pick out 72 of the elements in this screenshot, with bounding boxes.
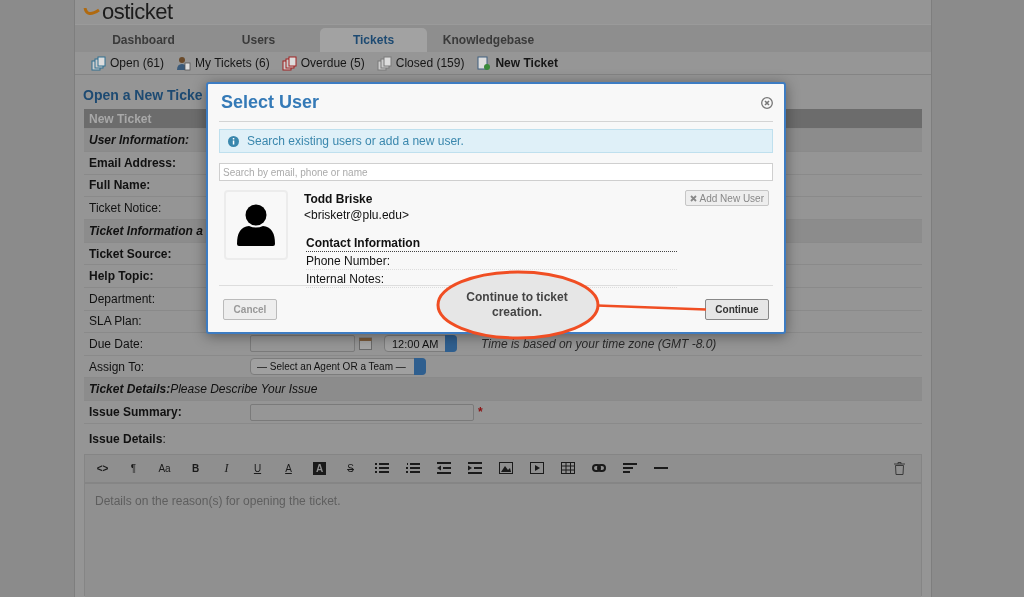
section-title: User Information: bbox=[89, 133, 189, 147]
format-button[interactable]: S bbox=[335, 458, 366, 479]
nav-tab[interactable]: Users bbox=[201, 28, 316, 52]
table-header: New Ticket bbox=[89, 111, 152, 126]
format-button[interactable]: ¶ bbox=[118, 458, 149, 479]
callout-text: Continue to ticket creation. bbox=[465, 290, 569, 320]
info-icon bbox=[228, 135, 239, 147]
field-label: Full Name: bbox=[89, 178, 152, 193]
field-label: Issue Details: bbox=[89, 431, 166, 446]
format-button[interactable]: B bbox=[180, 458, 211, 479]
required-mark: * bbox=[478, 405, 483, 420]
issue-summary-field[interactable] bbox=[250, 403, 474, 421]
format-button[interactable]: <> bbox=[87, 458, 118, 479]
format-button[interactable]: A bbox=[313, 461, 326, 475]
page-heading: Open a New Ticke bbox=[83, 87, 203, 105]
new-page-icon bbox=[476, 55, 492, 71]
format-button[interactable]: I bbox=[211, 458, 242, 479]
bullet-list-icon[interactable] bbox=[374, 462, 389, 475]
continue-button[interactable]: Continue bbox=[705, 299, 769, 320]
nav-link[interactable]: My Tickets (6) bbox=[195, 56, 270, 70]
nav-link[interactable]: Open (61) bbox=[110, 56, 165, 70]
close-icon[interactable] bbox=[761, 96, 773, 109]
table-icon[interactable] bbox=[560, 462, 575, 475]
field-label: SLA Plan: bbox=[89, 314, 143, 329]
trash-icon[interactable] bbox=[893, 461, 905, 475]
video-icon[interactable] bbox=[529, 462, 544, 475]
assign-select[interactable]: — Select an Agent OR a Team — bbox=[250, 358, 426, 376]
field-label: Email Address: bbox=[89, 155, 177, 170]
nav-tab[interactable]: Dashboard bbox=[86, 28, 201, 52]
format-button[interactable]: U bbox=[242, 458, 273, 479]
time-select[interactable]: 12:00 AM bbox=[384, 335, 457, 353]
numbered-list-icon[interactable] bbox=[405, 462, 420, 475]
logo[interactable]: osticket bbox=[102, 1, 173, 23]
nav-tab[interactable]: Knowledgebase bbox=[431, 28, 546, 52]
field-label: Department: bbox=[89, 291, 157, 306]
timezone-note: Time is based on your time zone (GMT -8.0) bbox=[481, 336, 717, 351]
outdent-icon[interactable] bbox=[436, 462, 451, 475]
contact-heading: Contact Information bbox=[306, 236, 677, 252]
search-field[interactable]: Search by email, phone or name bbox=[219, 163, 773, 181]
field-label: Due Date: bbox=[89, 336, 145, 351]
link-icon[interactable] bbox=[591, 462, 606, 475]
contact-label: Internal Notes: bbox=[306, 271, 385, 286]
indent-icon[interactable] bbox=[467, 462, 482, 475]
field-label: Ticket Source: bbox=[89, 246, 173, 261]
pages-icon bbox=[376, 55, 392, 71]
contact-label: Phone Number: bbox=[306, 253, 391, 268]
format-button[interactable]: Aa bbox=[149, 458, 180, 479]
close-icon bbox=[689, 194, 697, 202]
info-text: Search existing users or add a new user. bbox=[247, 134, 464, 148]
pages-icon bbox=[91, 55, 106, 71]
section-title: Ticket Details:Please Describe Your Issue bbox=[89, 382, 318, 397]
person-icon bbox=[176, 55, 192, 71]
nav-link[interactable]: Closed (159) bbox=[395, 56, 465, 70]
pages-icon bbox=[281, 55, 297, 71]
calendar-icon[interactable] bbox=[359, 337, 372, 351]
nav-link[interactable]: Overdue (5) bbox=[300, 56, 365, 70]
date-field[interactable] bbox=[250, 335, 355, 353]
user-silhouette-icon bbox=[237, 204, 275, 246]
nav-tab[interactable]: Tickets bbox=[320, 28, 427, 52]
user-email: <brisketr@plu.edu> bbox=[304, 208, 410, 222]
user-name: Todd Briske bbox=[304, 192, 374, 206]
section-title: Ticket Information a bbox=[89, 223, 203, 238]
field-label: Issue Summary: bbox=[89, 405, 183, 420]
add-new-user-button[interactable]: Add New User bbox=[684, 190, 769, 206]
nav-link[interactable]: New Ticket bbox=[495, 56, 558, 70]
align-left-icon[interactable] bbox=[622, 462, 637, 475]
field-label: Ticket Notice: bbox=[89, 201, 163, 215]
field-label: Assign To: bbox=[89, 359, 146, 374]
format-button[interactable]: A bbox=[273, 458, 304, 479]
dialog-title: Select User bbox=[221, 92, 320, 113]
field-label: Help Topic: bbox=[89, 269, 155, 284]
image-icon[interactable] bbox=[498, 462, 513, 475]
